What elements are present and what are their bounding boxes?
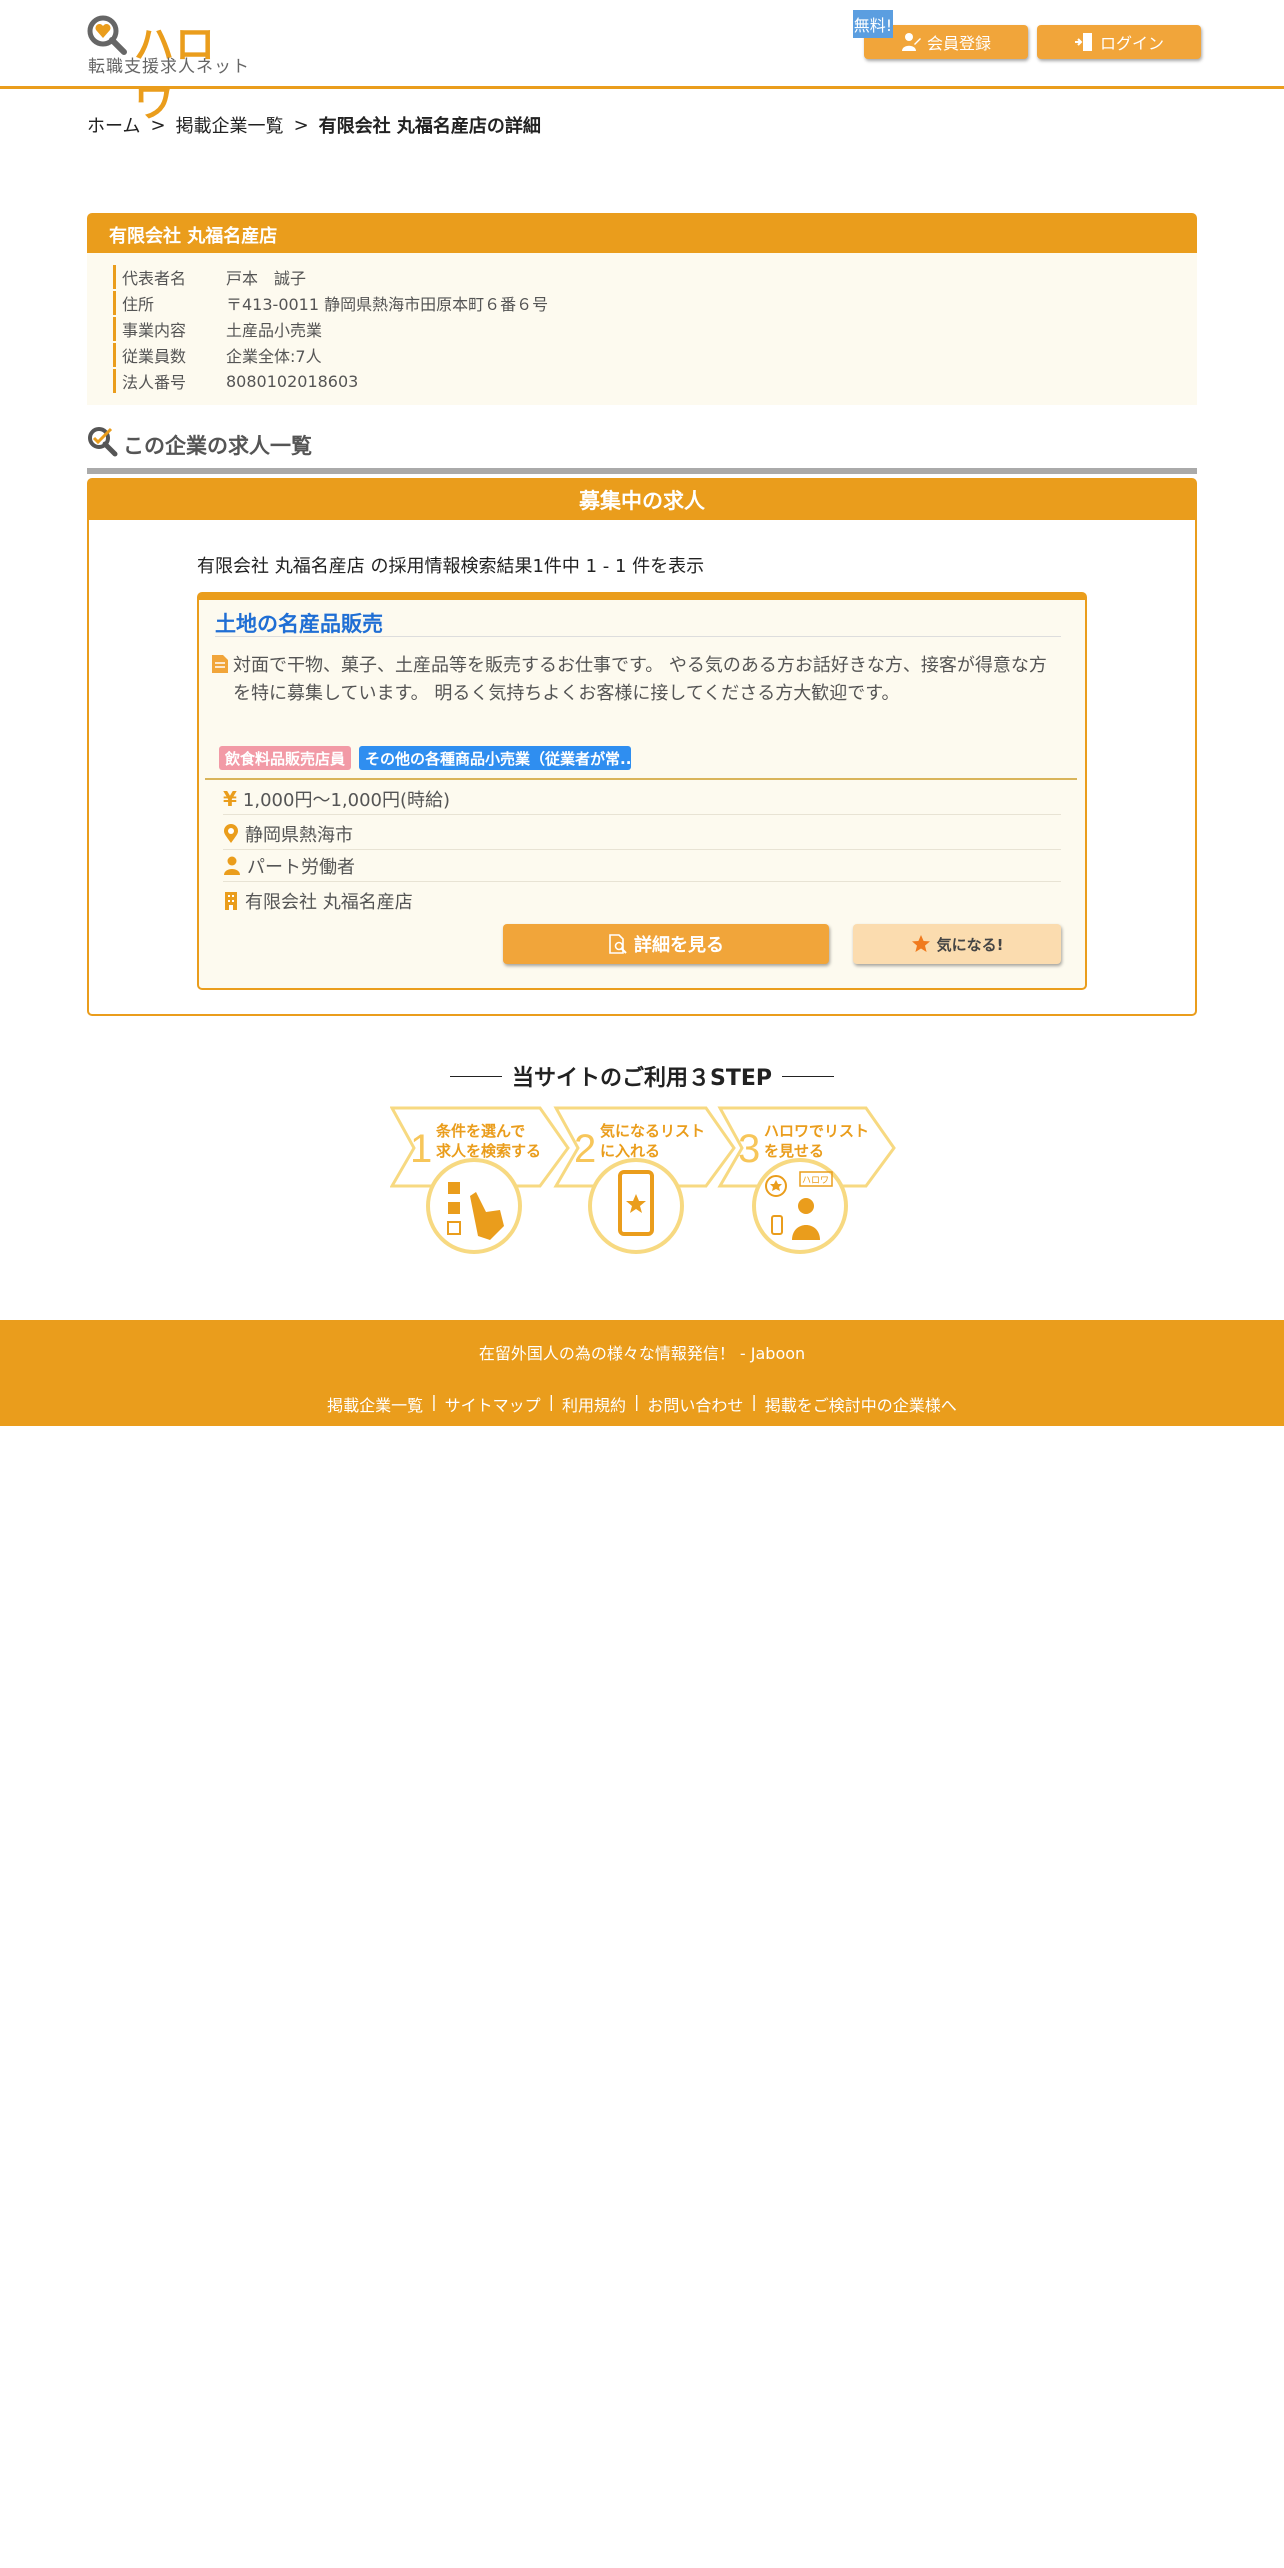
- company-info-row: 住所 〒413-0011 静岡県熱海市田原本町６番６号: [113, 291, 548, 315]
- logo-subtitle: 転職支援求人ネット: [88, 57, 250, 77]
- favorite-label: 気になる!: [936, 935, 1004, 954]
- step-number: 2: [574, 1127, 596, 1171]
- free-badge: 無料!: [853, 10, 893, 38]
- step-line1: ハロワでリスト: [764, 1122, 869, 1140]
- breadcrumb: ホーム > 掲載企業一覧 > 有限会社 丸福名産店の詳細: [87, 112, 541, 138]
- steps-title-row: 当サイトのご利用３STEP: [0, 1060, 1284, 1092]
- wage-text: 1,000円～1,000円(時給): [242, 790, 451, 811]
- footer-link-contact[interactable]: お問い合わせ: [647, 1392, 743, 1416]
- favorite-button[interactable]: 気になる!: [853, 924, 1061, 964]
- map-pin-icon: [224, 824, 238, 843]
- footer-message[interactable]: 在留外国人の為の様々な情報発信！ - Jaboon: [0, 1340, 1284, 1364]
- steps-title: 当サイトのご利用３STEP: [511, 1066, 772, 1091]
- job-description-text: 対面で干物、菓子、土産品等を販売するお仕事です。 やる気のある方お話好きな方、接…: [233, 655, 1047, 704]
- document-icon: [212, 655, 228, 673]
- job-tag[interactable]: 飲食料品販売店員: [219, 746, 352, 770]
- breadcrumb-separator: >: [293, 114, 309, 136]
- company-info-panel: 代表者名 戸本 誠子 住所 〒413-0011 静岡県熱海市田原本町６番６号 事…: [87, 253, 1197, 405]
- title-rule: [782, 1075, 834, 1077]
- info-label: 住所: [113, 291, 226, 315]
- step-3: 3 ハロワでリスト を見せる ハロワ: [717, 1106, 896, 1254]
- jobs-section-title: この企業の求人一覧: [123, 434, 312, 458]
- step-line2: に入れる: [600, 1142, 660, 1160]
- info-value: 戸本 誠子: [226, 269, 307, 288]
- card-divider: [205, 778, 1077, 780]
- yen-icon: ¥: [223, 787, 237, 811]
- recruiting-frame: 募集中の求人 有限会社 丸福名産店 の採用情報検索結果1件中 1 - 1 件を表…: [87, 478, 1197, 1016]
- breadcrumb-home[interactable]: ホーム: [87, 112, 140, 138]
- company-info-row: 代表者名 戸本 誠子: [113, 265, 306, 289]
- breadcrumb-current: 有限会社 丸福名産店の詳細: [318, 116, 541, 137]
- info-value: 企業全体:7人: [226, 347, 322, 366]
- usage-steps-illustration: 1 条件を選んで 求人を検索する 2 気になるリスト に入れる 3 ハロワでリス…: [390, 1106, 896, 1254]
- view-details-button[interactable]: 詳細を見る: [503, 924, 829, 964]
- company-info-row: 従業員数 企業全体:7人: [113, 343, 322, 367]
- step-badge-text: ハロワ: [802, 1176, 829, 1186]
- title-rule: [449, 1075, 502, 1077]
- footer-link-companies[interactable]: 掲載企業一覧: [327, 1392, 423, 1416]
- job-description: 対面で干物、菓子、土産品等を販売するお仕事です。 やる気のある方お話好きな方、接…: [211, 652, 1061, 708]
- breadcrumb-separator: >: [150, 114, 166, 136]
- info-value: 8080102018603: [226, 371, 359, 391]
- recruiting-frame-title: 募集中の求人: [89, 480, 1195, 520]
- jobs-section-header: この企業の求人一覧: [87, 424, 1197, 474]
- info-value: 〒413-0011 静岡県熱海市田原本町６番６号: [226, 295, 549, 314]
- door-enter-icon: [1074, 33, 1092, 51]
- info-value: 土産品小売業: [226, 321, 323, 340]
- login-button-label: ログイン: [1099, 34, 1164, 53]
- register-button-label: 会員登録: [926, 34, 991, 53]
- wage-row: ¥ 1,000円～1,000円(時給): [223, 784, 1061, 815]
- footer-separator: |: [634, 1392, 640, 1411]
- step-2: 2 気になるリスト に入れる: [553, 1106, 736, 1254]
- info-label: 法人番号: [113, 369, 226, 393]
- job-tag[interactable]: その他の各種商品小売業（従業者が常...: [359, 746, 632, 770]
- location-row: 静岡県熱海市: [223, 819, 1061, 850]
- footer-links: 掲載企業一覧 | サイトマップ | 利用規約 | お問い合わせ | 掲載をご検討…: [0, 1392, 1284, 1416]
- step-line2: を見せる: [764, 1142, 824, 1160]
- step-1: 1 条件を選んで 求人を検索する: [390, 1106, 570, 1254]
- info-label: 代表者名: [113, 265, 226, 289]
- login-button[interactable]: ログイン: [1037, 25, 1201, 59]
- step-number: 1: [410, 1127, 432, 1171]
- search-result-summary: 有限会社 丸福名産店 の採用情報検索結果1件中 1 - 1 件を表示: [197, 556, 705, 577]
- info-label: 従業員数: [113, 343, 226, 367]
- job-tags: 飲食料品販売店員 その他の各種商品小売業（従業者が常...: [219, 746, 632, 770]
- company-row: 有限会社 丸福名産店: [223, 886, 1061, 916]
- document-search-icon: [609, 934, 627, 954]
- job-card: 土地の名産品販売 対面で干物、菓子、土産品等を販売するお仕事です。 やる気のある…: [197, 592, 1087, 990]
- star-icon: [911, 935, 930, 952]
- step-line2: 求人を検索する: [436, 1142, 541, 1160]
- view-details-label: 詳細を見る: [634, 935, 724, 956]
- footer-link-advertise[interactable]: 掲載をご検討中の企業様へ: [765, 1392, 957, 1416]
- company-header: 有限会社 丸福名産店: [87, 213, 1197, 253]
- site-logo[interactable]: ハロワ 転職支援求人ネット: [86, 14, 256, 126]
- user-add-icon: [901, 33, 921, 51]
- employment-text: パート労働者: [247, 857, 355, 878]
- step-line1: 条件を選んで: [435, 1122, 525, 1140]
- info-label: 事業内容: [113, 317, 226, 341]
- site-footer: 在留外国人の為の様々な情報発信！ - Jaboon 掲載企業一覧 | サイトマッ…: [0, 1320, 1284, 1426]
- footer-link-terms[interactable]: 利用規約: [562, 1392, 626, 1416]
- building-icon: [225, 892, 237, 910]
- breadcrumb-company-list[interactable]: 掲載企業一覧: [176, 112, 284, 138]
- company-text: 有限会社 丸福名産店: [245, 892, 413, 913]
- location-text: 静岡県熱海市: [245, 825, 353, 846]
- site-header: ハロワ 転職支援求人ネット 会員登録 無料! ログイン: [0, 0, 1284, 126]
- step-line1: 気になるリスト: [600, 1122, 705, 1140]
- footer-separator: |: [548, 1392, 554, 1411]
- person-icon: [224, 856, 240, 875]
- company-info-row: 事業内容 土産品小売業: [113, 317, 322, 341]
- employment-row: パート労働者: [223, 851, 1061, 882]
- footer-separator: |: [431, 1392, 437, 1411]
- magnifier-check-icon: [88, 427, 118, 457]
- footer-link-sitemap[interactable]: サイトマップ: [445, 1392, 541, 1416]
- company-name: 有限会社 丸福名産店: [109, 226, 278, 247]
- job-title-link[interactable]: 土地の名産品販売: [215, 608, 1061, 637]
- step-number: 3: [738, 1127, 760, 1171]
- company-info-row: 法人番号 8080102018603: [113, 369, 358, 393]
- footer-separator: |: [751, 1392, 757, 1411]
